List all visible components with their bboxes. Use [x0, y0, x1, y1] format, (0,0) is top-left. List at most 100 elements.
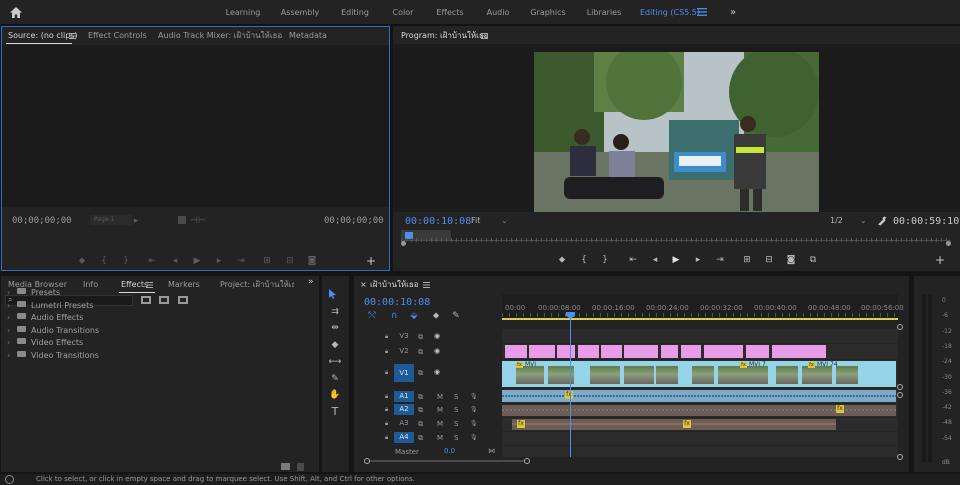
go-to-in-icon[interactable]: ⇤	[627, 255, 639, 265]
effects-folder-presets[interactable]: › Presets	[7, 287, 60, 299]
sequence-menu-icon[interactable]	[423, 282, 430, 288]
tab-markers[interactable]: Markers	[168, 276, 200, 294]
step-back-icon[interactable]: ◂	[169, 256, 181, 266]
mark-out-icon[interactable]: }	[599, 255, 611, 265]
vertical-scroll-handle-audio[interactable]	[897, 392, 903, 398]
play-icon[interactable]: ▶	[670, 255, 682, 265]
hand-tool-icon[interactable]: ✋	[327, 388, 343, 402]
tab-project[interactable]: Project: เฝ้าบ้านให้เธอ	[220, 276, 294, 294]
linked-selection-icon[interactable]: ∩	[388, 311, 400, 321]
v2-clip[interactable]	[601, 345, 622, 358]
microphone-icon[interactable]: 🎙︎	[470, 393, 478, 400]
lock-icon[interactable]: 🔒︎	[385, 369, 388, 377]
fx-badge[interactable]: fx	[565, 391, 573, 399]
track-target-v2[interactable]: V2	[394, 346, 414, 357]
timeline-timecode[interactable]: 00:00:10:08	[364, 297, 430, 308]
workspace-menu-icon[interactable]	[697, 8, 709, 17]
32bit-effects-icon[interactable]	[159, 295, 169, 305]
lock-icon[interactable]: 🔒︎	[385, 333, 388, 341]
solo-button[interactable]: S	[454, 393, 458, 401]
microphone-icon[interactable]: 🎙︎	[470, 406, 478, 413]
add-button-icon[interactable]: +	[934, 254, 946, 266]
add-marker-icon[interactable]: ⬥	[430, 311, 442, 321]
horizontal-scroll-right-handle[interactable]	[524, 458, 530, 464]
track-target-a2[interactable]: A2	[394, 404, 414, 415]
scrub-start-handle[interactable]	[401, 241, 406, 246]
work-area-bar[interactable]	[502, 318, 898, 320]
v2-clip[interactable]	[557, 345, 575, 358]
vertical-scroll-handle-bottom[interactable]	[897, 454, 903, 460]
fx-badge[interactable]: fx	[740, 362, 747, 368]
vertical-scroll-handle-mid[interactable]	[897, 384, 903, 390]
vertical-scroll-handle-top[interactable]	[897, 324, 903, 330]
track-target-a1[interactable]: A1	[394, 391, 414, 402]
master-volume-value[interactable]: 0.0	[444, 447, 455, 455]
lift-icon[interactable]: ⊞	[741, 255, 753, 265]
lock-icon[interactable]: 🔒︎	[385, 434, 388, 442]
scrub-end-handle[interactable]	[946, 241, 951, 246]
workspace-tab-graphics[interactable]: Graphics	[530, 0, 565, 25]
slip-tool-icon[interactable]: ⟷	[327, 355, 343, 369]
lock-icon[interactable]: 🔒︎	[385, 406, 388, 414]
effects-folder-audio-transitions[interactable]: › Audio Transitions	[7, 325, 99, 337]
v2-clip[interactable]	[704, 345, 743, 358]
microphone-icon[interactable]: 🎙︎	[470, 434, 478, 441]
insert-sequence-icon[interactable]: ⬙	[408, 311, 420, 321]
track-target-v1[interactable]: V1	[394, 364, 414, 382]
insert-icon[interactable]: ⊞	[261, 256, 273, 266]
sync-lock-icon[interactable]: ⧉	[418, 393, 423, 402]
effects-folder-lumetri-presets[interactable]: › Lumetri Presets	[7, 300, 93, 312]
workspace-tab-color[interactable]: Color	[393, 0, 414, 25]
sync-lock-icon[interactable]: ⧉	[418, 434, 423, 443]
effects-folder-video-transitions[interactable]: › Video Transitions	[7, 350, 99, 362]
effects-folder-audio-effects[interactable]: › Audio Effects	[7, 312, 83, 324]
page-select[interactable]: Page 1	[90, 215, 132, 225]
effects-folder-video-effects[interactable]: › Video Effects	[7, 337, 83, 349]
accelerated-effects-icon[interactable]	[141, 295, 151, 305]
export-frame-icon[interactable]: ◙	[306, 256, 318, 266]
tab-info[interactable]: Info	[83, 276, 98, 294]
fx-badge[interactable]: fx	[517, 420, 525, 428]
mute-button[interactable]: M	[437, 420, 443, 428]
page-next-icon[interactable]: ▸	[130, 216, 142, 226]
marker-icon[interactable]: ⬥	[556, 255, 568, 265]
v2-clip[interactable]	[624, 345, 658, 358]
source-split-icon[interactable]: ⊣⊢	[190, 216, 206, 226]
tab-menu-icon[interactable]	[69, 33, 76, 39]
pen-tool-icon[interactable]: ✎	[327, 372, 343, 386]
workspace-tab-audio[interactable]: Audio	[487, 0, 510, 25]
eye-icon[interactable]: ◉	[434, 347, 440, 355]
compare-view-icon[interactable]: ⧉	[807, 255, 819, 265]
fx-badge[interactable]: fx	[836, 405, 844, 413]
step-back-icon[interactable]: ◂	[649, 255, 661, 265]
lock-icon[interactable]: 🔒︎	[385, 420, 388, 428]
close-sequence-icon[interactable]: ×	[360, 280, 367, 289]
trash-icon[interactable]	[297, 463, 304, 471]
program-title[interactable]: Program: เฝ้าบ้านให้เธอ	[401, 27, 489, 45]
workspace-tab-effects[interactable]: Effects	[436, 0, 463, 25]
extract-icon[interactable]: ⊟	[763, 255, 775, 265]
mark-out-icon[interactable]: }	[120, 256, 132, 266]
timeline-settings-icon[interactable]: ✎	[450, 311, 462, 321]
snap-icon[interactable]: ⤲	[366, 311, 378, 321]
timeline-playhead[interactable]	[570, 313, 571, 457]
program-menu-icon[interactable]	[481, 33, 488, 39]
v2-clip[interactable]	[772, 345, 826, 358]
sync-lock-icon[interactable]: ⧉	[418, 420, 423, 429]
add-button-icon[interactable]: +	[365, 255, 377, 267]
new-bin-icon[interactable]	[281, 463, 290, 470]
v2-clip[interactable]	[681, 345, 701, 358]
v2-clip[interactable]	[746, 345, 769, 358]
ripple-edit-tool-icon[interactable]: ⇹	[327, 321, 343, 335]
master-go-to-icon[interactable]: ⋈	[488, 447, 495, 455]
workspace-tab-editing-cs5-5[interactable]: Editing (CS5.5)	[640, 0, 700, 25]
horizontal-scrollbar[interactable]	[370, 460, 525, 462]
tab-menu-icon[interactable]	[146, 282, 153, 288]
wrench-icon[interactable]	[877, 216, 888, 227]
go-to-in-icon[interactable]: ⇤	[146, 256, 158, 266]
track-target-a4[interactable]: A4	[394, 432, 414, 443]
v2-clip[interactable]	[578, 345, 599, 358]
fit-select[interactable]: Fit ⌄	[471, 216, 509, 226]
track-target-a3[interactable]: A3	[394, 418, 414, 429]
sync-lock-icon[interactable]: ⧉	[418, 369, 423, 378]
